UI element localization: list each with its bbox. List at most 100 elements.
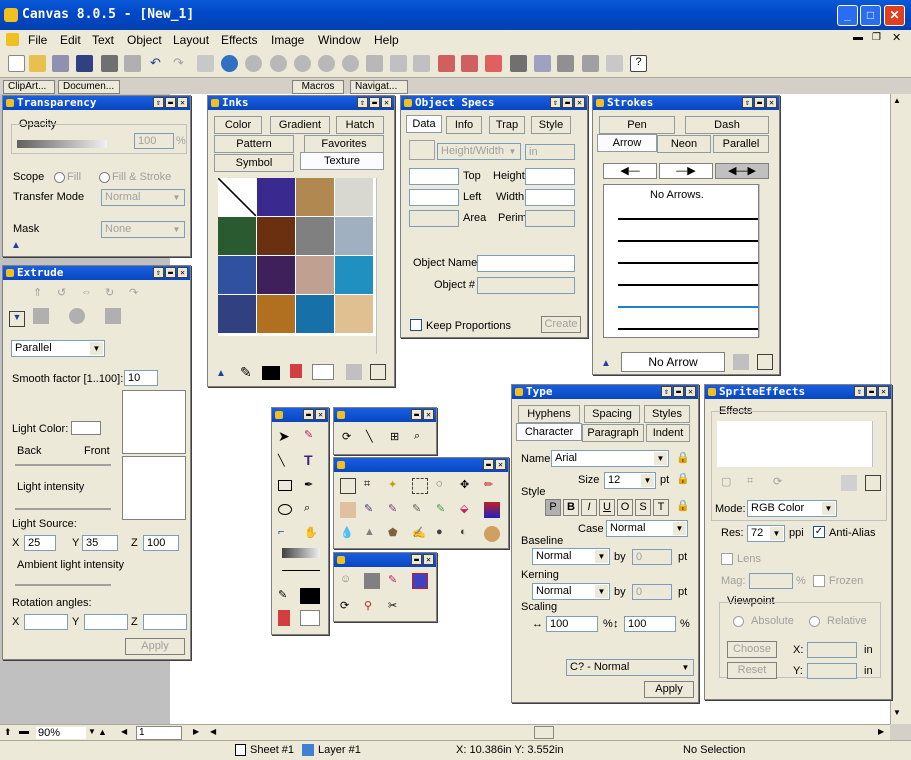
- tab-style[interactable]: Style: [531, 116, 571, 134]
- arrow-both-button[interactable]: ◀—▶: [715, 163, 769, 179]
- save-icon[interactable]: [52, 55, 69, 72]
- panel-min-button[interactable]: ▬: [562, 97, 573, 108]
- layer-status[interactable]: Layer #1: [318, 744, 361, 756]
- tab-styles[interactable]: Styles: [644, 405, 690, 423]
- mask-select[interactable]: None: [101, 221, 185, 238]
- fill-swatch[interactable]: [312, 364, 334, 380]
- panel-close-button[interactable]: ✕: [177, 97, 188, 108]
- arrow-start-button[interactable]: ◀—: [603, 163, 657, 179]
- print-icon[interactable]: [101, 55, 118, 72]
- eraser-icon[interactable]: [340, 502, 356, 518]
- panel-close-button[interactable]: ✕: [574, 97, 585, 108]
- texture-swatch[interactable]: [218, 217, 256, 255]
- stop-icon[interactable]: [582, 55, 599, 72]
- style-bold-button[interactable]: B: [563, 499, 579, 516]
- rotate-left-icon[interactable]: ↺: [57, 286, 73, 302]
- doc-restore-button[interactable]: ❐: [872, 32, 888, 46]
- shape-c-icon[interactable]: [294, 55, 311, 72]
- effects-list[interactable]: [717, 421, 872, 467]
- create-button[interactable]: Create: [541, 316, 581, 333]
- menu-file[interactable]: File: [28, 33, 47, 47]
- panel-pin-button[interactable]: ⇧: [661, 386, 672, 397]
- effect-crop-icon[interactable]: ⌗: [747, 475, 763, 491]
- marquee-icon[interactable]: [412, 478, 428, 494]
- smudge-icon[interactable]: ✎: [412, 502, 428, 518]
- panel-close-button[interactable]: ✕: [766, 97, 777, 108]
- arrow-style-item[interactable]: [618, 262, 758, 264]
- baseline-field[interactable]: 0: [632, 549, 672, 565]
- light-cone-icon[interactable]: [105, 308, 121, 324]
- panel-pin-button[interactable]: ⇧: [153, 267, 164, 278]
- transform-icon[interactable]: [197, 55, 214, 72]
- tools-title-bar[interactable]: ▬ ✕: [272, 408, 328, 422]
- tab-color[interactable]: Color: [214, 116, 262, 134]
- light-intensity-slider[interactable]: [15, 508, 111, 510]
- cube-icon[interactable]: [33, 308, 49, 324]
- font-size-select[interactable]: 12: [604, 472, 656, 489]
- help-icon[interactable]: ?: [630, 55, 647, 72]
- object-name-field[interactable]: [477, 255, 575, 272]
- mag-field[interactable]: [749, 573, 793, 589]
- opacity-field[interactable]: 100: [134, 133, 174, 149]
- ellipse-tool-icon[interactable]: [278, 504, 292, 515]
- arrow-style-item[interactable]: [618, 306, 758, 308]
- font-name-select[interactable]: Arial: [551, 450, 669, 467]
- pen-icon[interactable]: ✎: [240, 364, 256, 380]
- effect-add-icon[interactable]: ▢: [721, 475, 737, 491]
- arrow-style-item[interactable]: [618, 328, 758, 330]
- print-preview-icon[interactable]: [124, 55, 141, 72]
- panel-min-button[interactable]: ▬: [303, 409, 314, 420]
- page-number[interactable]: 1: [136, 726, 182, 740]
- sprite-rotate-icon[interactable]: ⟳: [340, 599, 356, 615]
- pen-tool-icon[interactable]: ✒: [304, 478, 320, 494]
- panel-min-button[interactable]: ▬: [754, 97, 765, 108]
- rotate-tool-icon[interactable]: ⟳: [342, 430, 358, 446]
- extrude-title-bar[interactable]: Extrude ⇧ ▬ ✕: [3, 266, 190, 280]
- sprite-knife-icon[interactable]: ⚲: [364, 599, 380, 615]
- redo-icon[interactable]: ↷: [173, 55, 190, 72]
- open-icon[interactable]: [29, 55, 46, 72]
- trash-icon[interactable]: [346, 364, 362, 380]
- tab-hyphens[interactable]: Hyphens: [518, 405, 580, 423]
- stroke-swatch[interactable]: [262, 366, 280, 380]
- polygon-tool-icon[interactable]: ⌐: [278, 526, 294, 542]
- special-tools-title-bar[interactable]: ▬ ✕: [334, 553, 436, 567]
- smooth-factor-field[interactable]: 10: [124, 370, 158, 386]
- tab-pen[interactable]: Pen: [599, 116, 675, 134]
- rotate-right-icon[interactable]: ↻: [105, 286, 121, 302]
- selection-arrow-icon[interactable]: ➤: [278, 428, 294, 444]
- shape-b-icon[interactable]: [270, 55, 287, 72]
- page-icon[interactable]: ▲: [98, 727, 107, 737]
- left-field[interactable]: [409, 189, 459, 206]
- font-lock-icon[interactable]: 🔒: [676, 451, 692, 467]
- tab-dash[interactable]: Dash: [685, 116, 769, 134]
- scope-fill-radio[interactable]: [54, 172, 65, 183]
- globe-icon[interactable]: [221, 55, 238, 72]
- tab-indent[interactable]: Indent: [646, 424, 690, 442]
- scope-fillstroke-radio[interactable]: [99, 172, 110, 183]
- layout-icon[interactable]: [606, 55, 623, 72]
- effect-b-icon[interactable]: [510, 55, 527, 72]
- keep-proportions-checkbox[interactable]: [410, 319, 422, 331]
- panel-close-button[interactable]: ✕: [878, 386, 889, 397]
- tab-arrow[interactable]: Arrow: [597, 134, 657, 152]
- reset-button[interactable]: Reset: [727, 662, 777, 679]
- tab-texture[interactable]: Texture: [300, 152, 384, 170]
- tool-fill-icon[interactable]: [278, 610, 290, 626]
- zoom-icon[interactable]: [534, 55, 551, 72]
- menu-object[interactable]: Object: [127, 33, 162, 47]
- effect-menu-icon[interactable]: [865, 475, 881, 491]
- texture-swatch[interactable]: [296, 217, 334, 255]
- tab-neon[interactable]: Neon: [657, 135, 711, 153]
- inks-title-bar[interactable]: Inks ⇧ ▬ ✕: [208, 96, 394, 110]
- tab-trap[interactable]: Trap: [489, 116, 525, 134]
- panel-close-button[interactable]: ✕: [423, 409, 434, 420]
- baseline-select[interactable]: Normal: [532, 548, 610, 565]
- drop-icon[interactable]: 💧: [340, 526, 356, 542]
- gradient-fill-icon[interactable]: [484, 502, 500, 518]
- panel-pin-button[interactable]: ⇧: [550, 97, 561, 108]
- marker-icon[interactable]: ✎: [436, 502, 452, 518]
- panel-close-button[interactable]: ✕: [423, 554, 434, 565]
- tab-symbol[interactable]: Symbol: [214, 154, 294, 172]
- style-underline-button[interactable]: U: [599, 499, 615, 516]
